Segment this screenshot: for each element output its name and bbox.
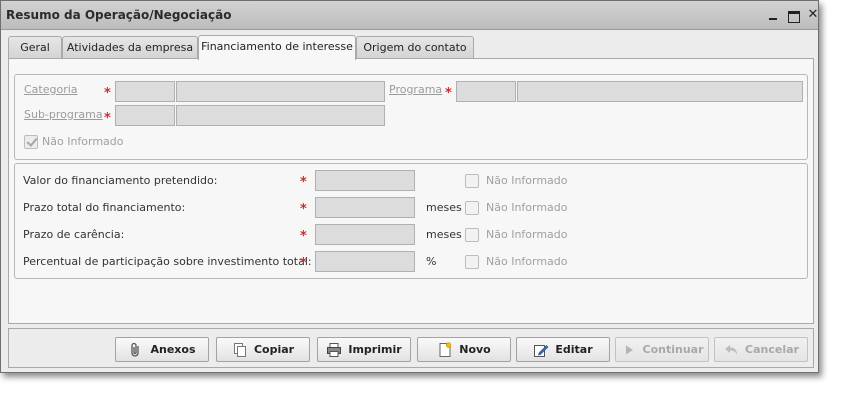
- edit-icon: [534, 344, 549, 357]
- copy-icon: [233, 342, 246, 357]
- editar-button[interactable]: Editar: [516, 337, 610, 362]
- prazo-total-unit: meses: [426, 201, 462, 214]
- subprograma-required-mark: *: [104, 111, 111, 126]
- imprimir-label: Imprimir: [348, 343, 402, 356]
- valor-financiamento-field[interactable]: [315, 170, 415, 191]
- copiar-label: Copiar: [253, 343, 295, 356]
- program-group: Categoria * Programa * Sub-programa * Nã…: [14, 74, 808, 160]
- continuar-label: Continuar: [642, 343, 704, 356]
- paperclip-icon: [131, 342, 140, 357]
- novo-label: Novo: [459, 343, 491, 356]
- prazo-total-nao-informado-checkbox[interactable]: [465, 201, 479, 215]
- novo-button[interactable]: Novo: [417, 337, 511, 362]
- title-bar[interactable]: Resumo da Operação/Negociação ✕: [1, 1, 818, 30]
- prazo-total-field[interactable]: [315, 197, 415, 218]
- valor-nao-informado-checkbox[interactable]: [465, 174, 479, 188]
- categoria-description-field[interactable]: [176, 81, 385, 102]
- percentual-nao-informado-label: Não Informado: [486, 255, 568, 268]
- programa-description-field[interactable]: [517, 81, 803, 102]
- programa-label[interactable]: Programa: [389, 83, 442, 96]
- prazo-carencia-field[interactable]: [315, 224, 415, 245]
- maximize-button[interactable]: [786, 7, 800, 23]
- prazo-total-required-mark: *: [300, 202, 307, 217]
- undo-arrow-icon: [725, 344, 738, 354]
- subprograma-code-field[interactable]: [115, 105, 175, 126]
- subprograma-description-field[interactable]: [176, 105, 385, 126]
- editar-label: Editar: [555, 343, 593, 356]
- continuar-button[interactable]: Continuar: [615, 337, 709, 362]
- cancelar-label: Cancelar: [745, 343, 799, 356]
- prazo-carencia-required-mark: *: [300, 229, 307, 244]
- prazo-carencia-nao-informado-label: Não Informado: [486, 228, 568, 241]
- imprimir-button[interactable]: Imprimir: [317, 337, 411, 362]
- printer-icon: [327, 342, 342, 357]
- programa-required-mark: *: [445, 86, 452, 101]
- nao-informado-program-label: Não Informado: [42, 135, 124, 148]
- new-document-icon: [439, 341, 452, 357]
- nao-informado-program-checkbox[interactable]: [24, 135, 38, 149]
- tab-geral[interactable]: Geral: [8, 36, 62, 59]
- prazo-carencia-nao-informado-checkbox[interactable]: [465, 228, 479, 242]
- dialog-window: Resumo da Operação/Negociação ✕ Geral At…: [0, 0, 819, 373]
- tab-financiamento-de-interesse[interactable]: Financiamento de interesse: [198, 35, 356, 60]
- prazo-total-nao-informado-label: Não Informado: [486, 201, 568, 214]
- percentual-participacao-label: Percentual de participação sobre investi…: [23, 255, 312, 268]
- subprograma-label[interactable]: Sub-programa: [24, 108, 103, 121]
- close-button[interactable]: ✕: [806, 7, 820, 23]
- categoria-label[interactable]: Categoria: [24, 83, 78, 96]
- financing-group: Valor do financiamento pretendido: * Não…: [14, 163, 808, 279]
- percentual-unit: %: [426, 255, 437, 268]
- prazo-total-label: Prazo total do financiamento:: [23, 201, 186, 214]
- percentual-nao-informado-checkbox[interactable]: [465, 255, 479, 269]
- minimize-button[interactable]: [766, 7, 780, 23]
- valor-required-mark: *: [300, 175, 307, 190]
- percentual-required-mark: *: [300, 256, 307, 271]
- prazo-carencia-label: Prazo de carência:: [23, 228, 125, 241]
- valor-financiamento-label: Valor do financiamento pretendido:: [23, 174, 218, 187]
- button-bar: Anexos Copiar Imprimir Novo Editar Conti…: [8, 328, 814, 368]
- copiar-button[interactable]: Copiar: [216, 337, 310, 362]
- tab-atividades-da-empresa[interactable]: Atividades da empresa: [62, 36, 198, 59]
- categoria-code-field[interactable]: [115, 81, 175, 102]
- cancelar-button[interactable]: Cancelar: [714, 337, 808, 362]
- valor-nao-informado-label: Não Informado: [486, 174, 568, 187]
- programa-code-field[interactable]: [456, 81, 516, 102]
- tab-origem-do-contato[interactable]: Origem do contato: [356, 36, 474, 59]
- play-icon: [625, 345, 633, 354]
- tab-panel-financiamento: Categoria * Programa * Sub-programa * Nã…: [8, 58, 814, 324]
- percentual-participacao-field[interactable]: [315, 251, 415, 272]
- anexos-button[interactable]: Anexos: [115, 337, 209, 362]
- window-title: Resumo da Operação/Negociação: [6, 8, 232, 22]
- categoria-required-mark: *: [104, 86, 111, 101]
- anexos-label: Anexos: [150, 343, 196, 356]
- prazo-carencia-unit: meses: [426, 228, 462, 241]
